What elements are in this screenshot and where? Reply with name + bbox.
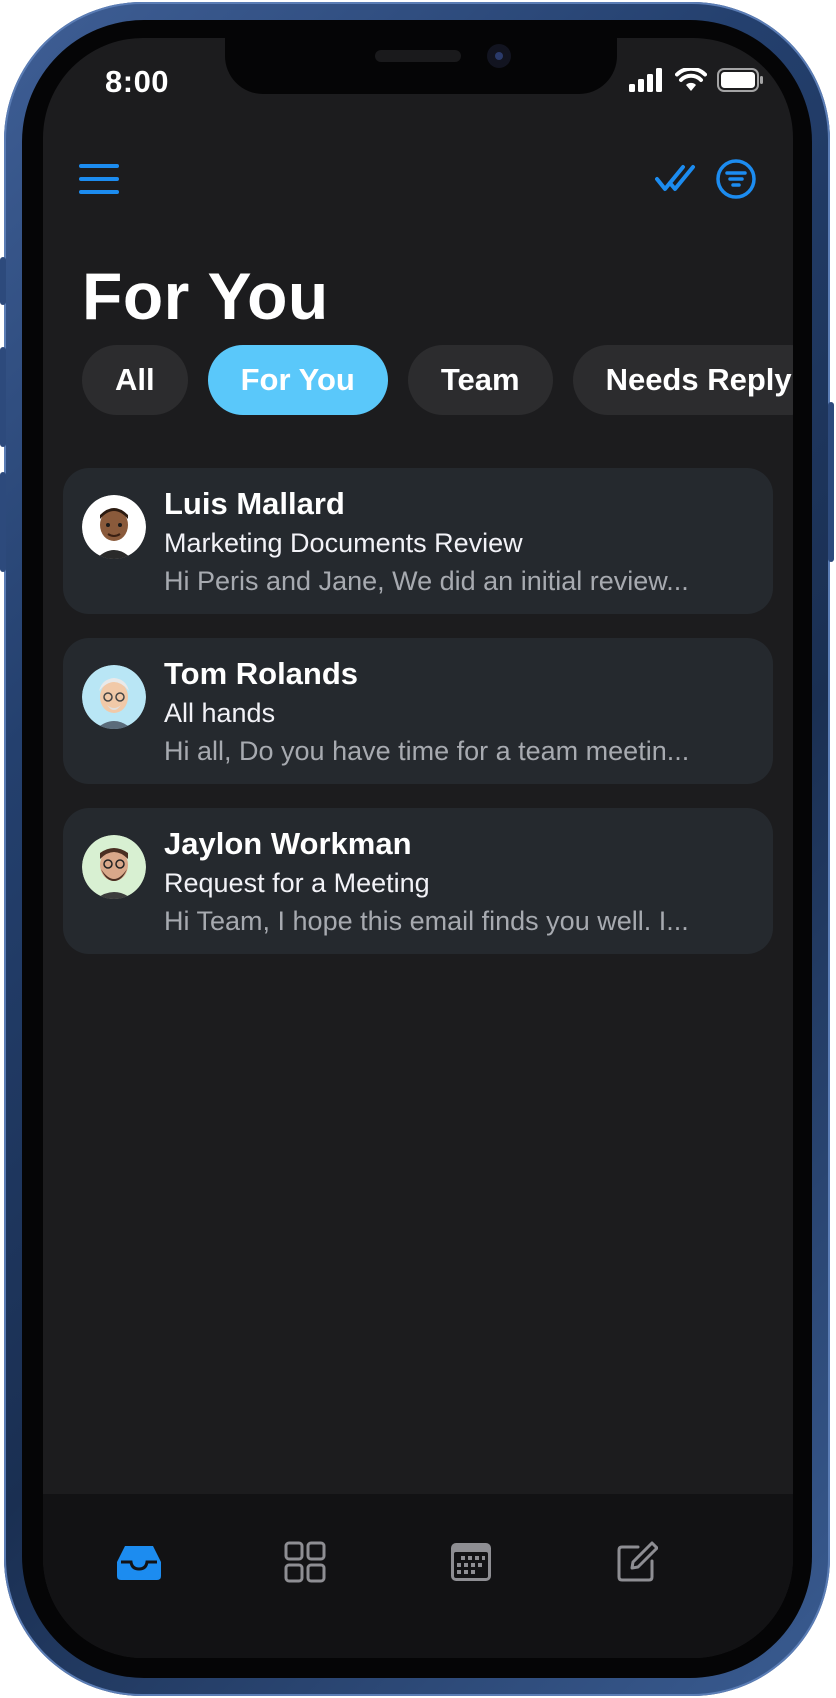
- volume-up-button: [0, 347, 6, 447]
- hamburger-menu-icon[interactable]: [79, 162, 119, 196]
- mail-subject: Marketing Documents Review: [164, 528, 523, 558]
- mail-sender: Luis Mallard: [164, 486, 345, 521]
- page-title: For You: [82, 259, 329, 333]
- mark-all-read-icon[interactable]: [655, 161, 697, 197]
- mail-sender: Jaylon Workman: [164, 826, 412, 861]
- header-actions: [655, 158, 757, 200]
- tab-apps[interactable]: [275, 1532, 335, 1592]
- battery-icon: [717, 68, 763, 92]
- mail-list: Luis Mallard Marketing Documents Review …: [63, 468, 773, 978]
- mail-subject: Request for a Meeting: [164, 868, 430, 898]
- memoji-avatar-icon: [82, 665, 146, 729]
- chip-for-you[interactable]: For You: [207, 345, 388, 415]
- compose-icon: [617, 1541, 658, 1582]
- mail-item[interactable]: Jaylon Workman Request for a Meeting Hi …: [63, 808, 773, 954]
- chip-all[interactable]: All: [82, 345, 188, 415]
- chip-team[interactable]: Team: [407, 345, 553, 415]
- memoji-avatar-icon: [82, 495, 146, 559]
- mail-preview: Hi Peris and Jane, We did an initial rev…: [164, 566, 689, 596]
- calendar-icon: [451, 1543, 491, 1581]
- tab-compose[interactable]: [607, 1532, 667, 1592]
- mail-preview: Hi Team, I hope this email finds you wel…: [164, 906, 689, 936]
- grid-apps-icon: [284, 1541, 326, 1583]
- notch: [225, 38, 617, 94]
- mail-subject: All hands: [164, 698, 276, 728]
- cellular-signal-icon: [629, 68, 662, 92]
- tab-inbox[interactable]: [109, 1532, 169, 1592]
- power-button: [828, 402, 834, 562]
- tab-bar: [43, 1494, 793, 1658]
- wifi-icon: [675, 68, 707, 91]
- speaker-grille: [375, 50, 461, 62]
- mail-preview: Hi all, Do you have time for a team meet…: [164, 736, 690, 766]
- mail-sender: Tom Rolands: [164, 656, 359, 691]
- chip-needs-reply[interactable]: Needs Reply: [572, 345, 793, 415]
- status-time: 8:00: [105, 64, 170, 99]
- filter-chips: All For You Team Needs Reply: [82, 345, 793, 415]
- tab-calendar[interactable]: [441, 1532, 501, 1592]
- status-icons: [629, 68, 765, 92]
- front-camera: [487, 44, 511, 68]
- memoji-avatar-icon: [82, 835, 146, 899]
- phone-screen: 8:00 For You All For You Team Needs Repl…: [43, 38, 793, 1658]
- inbox-tray-icon: [117, 1546, 161, 1580]
- volume-down-button: [0, 472, 6, 572]
- filter-icon[interactable]: [715, 158, 757, 200]
- side-button: [0, 257, 6, 305]
- mail-item[interactable]: Luis Mallard Marketing Documents Review …: [63, 468, 773, 614]
- mail-item[interactable]: Tom Rolands All hands Hi all, Do you hav…: [63, 638, 773, 784]
- header-bar: [79, 150, 757, 210]
